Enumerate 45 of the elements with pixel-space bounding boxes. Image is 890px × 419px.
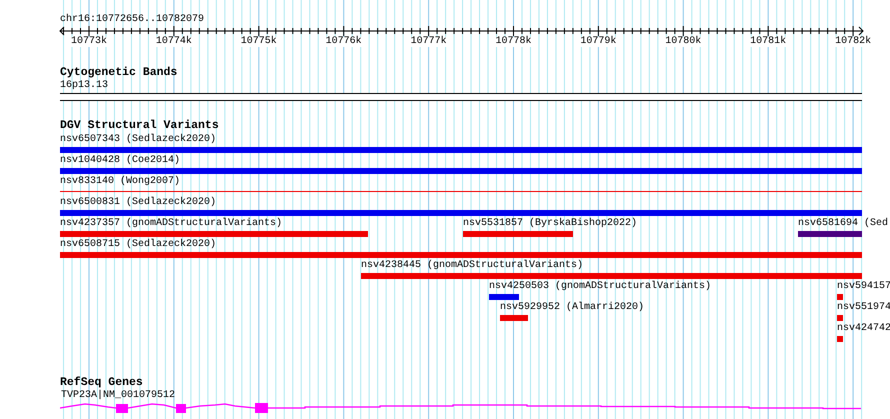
chromosome-band[interactable] <box>60 93 862 101</box>
variant-bar[interactable] <box>798 231 862 237</box>
band-label: 16p13.13 <box>60 81 108 91</box>
variant-label: nsv833140 (Wong2007) <box>60 177 180 187</box>
tick-label: 10775k <box>238 37 279 47</box>
gene-label: TVP23A|NM_001079512 <box>61 391 176 401</box>
gene-model-drawing[interactable] <box>60 403 862 414</box>
tick-label: 10774k <box>154 37 194 47</box>
variant-bar[interactable] <box>837 294 843 300</box>
variant-label: nsv1040428 (Coe2014) <box>60 156 180 166</box>
variant-label: nsv594157 <box>837 282 890 292</box>
variant-bar[interactable] <box>463 231 573 237</box>
track-title: RefSeq Genes <box>60 377 143 389</box>
tick-label: 10779k <box>578 37 618 47</box>
variant-bar[interactable] <box>837 336 843 342</box>
variant-label: nsv6508715 (Sedlazeck2020) <box>60 240 216 250</box>
tick-label: 10782k <box>833 37 874 47</box>
tick-label: 10777k <box>408 37 449 47</box>
tick-label: 10778k <box>494 37 534 47</box>
variant-bar[interactable] <box>60 231 368 237</box>
track-title: DGV Structural Variants <box>60 120 219 132</box>
variant-label: nsv4250503 (gnomADStructuralVariants) <box>489 282 712 292</box>
tick-label: 10781k <box>748 37 788 47</box>
variant-bar[interactable] <box>837 315 843 321</box>
variant-label: nsv4238445 (gnomADStructuralVariants) <box>361 261 584 271</box>
variant-label: nsv6581694 (Sed <box>798 219 888 229</box>
variant-label: nsv6500831 (Sedlazeck2020) <box>60 198 216 208</box>
tick-label: 10773k <box>69 37 109 47</box>
variant-bar[interactable] <box>60 168 862 174</box>
variant-label: nsv4237357 (gnomADStructuralVariants) <box>60 219 282 229</box>
variant-bar[interactable] <box>500 315 528 321</box>
variant-bar[interactable] <box>60 252 862 258</box>
track-title: Cytogenetic Bands <box>60 67 178 79</box>
variant-label: nsv5531857 (ByrskaBishop2022) <box>463 219 638 229</box>
variant-bar[interactable] <box>489 294 519 300</box>
tick-label: 10780k <box>663 37 704 47</box>
tick-label: 10776k <box>324 37 364 47</box>
variant-bar[interactable] <box>361 273 862 279</box>
variant-bar[interactable] <box>60 210 862 216</box>
location-label: chr16:10772656..10782079 <box>60 15 204 25</box>
variant-label: nsv6507343 (Sedlazeck2020) <box>60 135 216 145</box>
variant-label: nsv424742 <box>837 324 890 334</box>
variant-line[interactable] <box>60 191 862 192</box>
variant-bar[interactable] <box>60 147 862 153</box>
variant-label: nsv5929952 (Almarri2020) <box>500 303 644 313</box>
